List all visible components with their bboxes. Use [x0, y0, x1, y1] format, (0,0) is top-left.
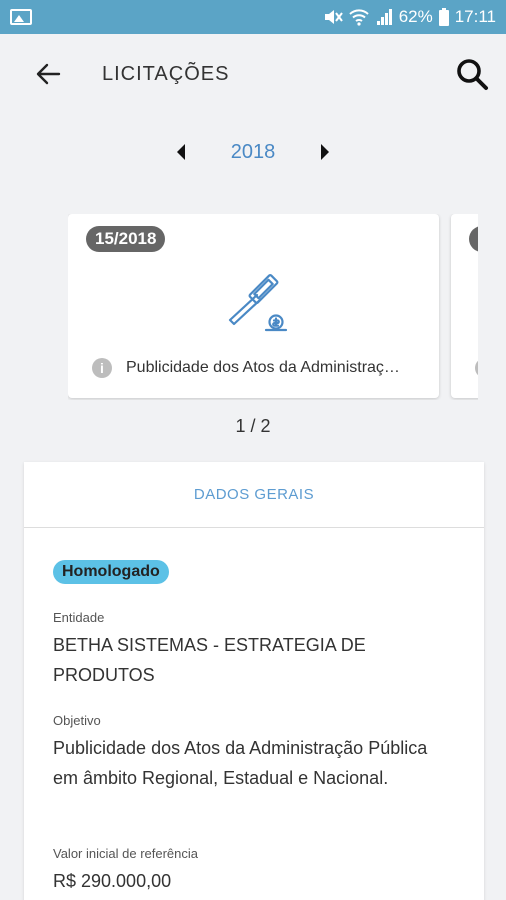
- search-button[interactable]: [454, 56, 490, 92]
- page-title: LICITAÇÕES: [102, 62, 230, 85]
- licitacao-card[interactable]: 15/2018 i Publicidade dos Atos da Admini…: [68, 214, 439, 398]
- year-selector: 2018: [0, 132, 506, 172]
- mute-icon: [324, 10, 343, 24]
- valor-inicial-value: R$ 290.000,00: [53, 871, 172, 891]
- licitacao-number-badge: 15/2018: [86, 226, 166, 252]
- status-badge: Homologado: [53, 560, 169, 584]
- objetivo-value: Publicidade dos Atos da Administração Pú…: [53, 738, 428, 788]
- clock: 17:11: [454, 7, 496, 26]
- gavel-icon: [228, 274, 288, 332]
- licitacoes-carousel[interactable]: 15/2018 i Publicidade dos Atos da Admini…: [68, 214, 478, 400]
- app-header: LICITAÇÕES: [0, 34, 506, 114]
- valor-inicial-label: Valor inicial de referência: [53, 846, 198, 861]
- carousel-pager: 1 / 2: [235, 416, 271, 436]
- image-icon: [10, 9, 32, 25]
- year-label: 2018: [230, 140, 276, 163]
- licitacao-card-next[interactable]: [451, 214, 478, 398]
- wifi-icon: [348, 9, 369, 26]
- tab-dados-gerais[interactable]: DADOS GERAIS: [24, 462, 484, 528]
- licitacao-description: Publicidade dos Atos da Administraç…: [126, 359, 400, 376]
- details-panel: DADOS GERAIS Homologado Entidade BETHA S…: [24, 462, 484, 900]
- back-button[interactable]: [32, 58, 64, 90]
- back-arrow-icon: [36, 63, 61, 85]
- search-icon: [457, 59, 488, 90]
- objetivo-label: Objetivo: [53, 713, 101, 728]
- chevron-left-icon: [176, 144, 185, 160]
- info-icon: i: [92, 358, 112, 378]
- chevron-right-icon: [321, 144, 330, 160]
- next-year-button[interactable]: [313, 140, 337, 164]
- entidade-value: BETHA SISTEMAS - ESTRATEGIA DE PRODUTOS: [53, 635, 366, 685]
- battery-icon: [438, 8, 449, 26]
- battery-percentage: 62%: [398, 7, 433, 26]
- previous-year-button[interactable]: [169, 140, 193, 164]
- licitacao-number-badge-next: [469, 226, 478, 252]
- status-bar: 62% 17:11: [0, 0, 506, 34]
- info-icon-next: [475, 358, 478, 378]
- signal-icon: [376, 9, 392, 25]
- entidade-label: Entidade: [53, 610, 105, 625]
